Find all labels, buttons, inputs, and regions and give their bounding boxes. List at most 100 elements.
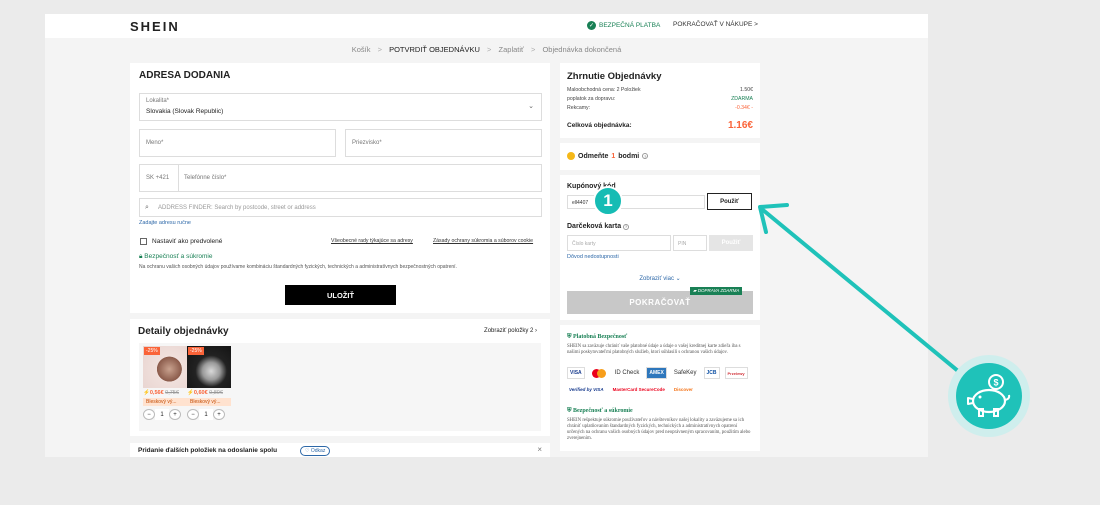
view-all-label: Zobraziť položky 2 [484, 328, 534, 334]
country-label: Lokalita* [146, 98, 170, 104]
item-price: ⚡0,60€ 0,80€ [187, 390, 231, 396]
visa-logo: VISA [567, 367, 585, 379]
country-select[interactable]: Lokalita* Slovakia (Slovak Republic) ⌄ [139, 93, 542, 121]
summary-total: Celková objednávka: 1.16€ [567, 120, 753, 131]
gift-card-number-input[interactable]: Číslo karty [567, 235, 671, 251]
search-icon: ⌕ [145, 203, 149, 211]
quantity-value[interactable]: 1 [155, 409, 169, 420]
privacy-title-right: ⛨ Bezpečnosť a súkromie [567, 408, 633, 415]
secure-payment-badge: ✓ BEZPEČNÁ PLATBA [587, 21, 660, 30]
coupon-card: Kupónový kód ell4407 Použiť Darčeková ka… [560, 175, 760, 320]
summary-title: Zhrnutie Objednávky [567, 71, 662, 82]
item-price: ⚡0,56€ 0,75€ [143, 390, 187, 396]
info-icon[interactable]: ? [623, 223, 630, 230]
show-more-link[interactable]: Zobraziť viac ⌄ [560, 275, 760, 282]
chevron-right-icon: › [535, 328, 537, 334]
breadcrumb-confirm-order: POTVRDIŤ OBJEDNÁVKU [389, 45, 480, 54]
shield-icon: ⛨ [567, 334, 572, 340]
breadcrumb-separator: > [377, 45, 382, 54]
continue-shopping-link[interactable]: POKRAČOVAŤ V NÁKUPE > [673, 21, 758, 28]
mastercard-securecode-logo: MasterCard SecureCode [610, 383, 667, 395]
order-item[interactable]: -25% ⚡0,60€ 0,80€ Bleskový vý... − 1 + [187, 346, 231, 420]
info-icon[interactable]: ? [642, 153, 649, 159]
piggy-bank-icon: $ [956, 363, 1022, 429]
phone-field[interactable]: SK +421 Telefónne číslo* [139, 164, 542, 192]
product-thumbnail[interactable]: -25% [187, 346, 231, 388]
save-address-button[interactable]: ULOŽIŤ [285, 285, 396, 305]
order-item[interactable]: -25% ⚡0,56€ 0,75€ Bleskový vý... − 1 + [143, 346, 187, 420]
discover-logo: Discover [671, 383, 695, 395]
set-default-label: Nastaviť ako predvolené [152, 238, 223, 245]
promo-label: Rekcamy: [567, 105, 591, 111]
chevron-down-icon: ⌄ [528, 103, 534, 110]
breadcrumb-separator: > [487, 45, 492, 54]
privacy-title: Bezpečnosť a súkromie [144, 253, 213, 260]
phone-prefix[interactable]: SK +421 [146, 175, 169, 181]
breadcrumb-pay: Zaplatiť [498, 45, 524, 54]
decrease-button[interactable]: − [187, 409, 199, 420]
safekey-logo: SafeKey [671, 367, 699, 379]
promo-value: -0.34€ - [735, 105, 753, 111]
id-check-logo: ID Check [612, 367, 642, 379]
breadcrumb-done: Objednávka dokončená [542, 45, 622, 54]
flash-sale-tag: Bleskový vý... [143, 398, 187, 406]
reward-points-card: Odmeňte 1 bodmi ? [560, 143, 760, 170]
address-finder-input[interactable]: ⌕ ADDRESS FINDER: Search by postcode, st… [139, 198, 542, 217]
address-finder-placeholder: ADDRESS FINDER: Search by postcode, stre… [158, 204, 316, 211]
add-more-text: Pridanie ďalších položiek na odoslanie s… [138, 447, 278, 454]
gift-card-title: Darčeková karta ? [567, 223, 630, 230]
free-shipping-badge: ▰ DOPRAVA ZDARMA [690, 287, 743, 295]
shipping-address-card: ADRESA DODANIA Lokalita* Slovakia (Slova… [130, 63, 550, 313]
quantity-stepper: − 1 + [187, 409, 231, 420]
breadcrumb-separator: > [530, 45, 536, 54]
increase-button[interactable]: + [169, 409, 181, 420]
breadcrumb-cart[interactable]: Košík [352, 45, 371, 54]
coin-icon [567, 152, 575, 160]
view-all-items-link[interactable]: Zobraziť položky 2 › [484, 328, 537, 334]
privacy-cookie-link[interactable]: Zásady ochrany súkromia a súborov cookie [433, 238, 533, 244]
total-label: Celková objednávka: [567, 122, 632, 129]
continue-shopping-label: POKRAČOVAŤ V NÁKUPE [673, 21, 753, 28]
security-info-card: ⛨ Platobná Bezpečnosť SHEIN sa zaväzuje … [560, 325, 760, 451]
close-icon[interactable]: × [537, 445, 542, 454]
coupon-input[interactable]: ell4407 [567, 195, 705, 209]
order-summary-card: Zhrnutie Objednávky Maloobchodná cena: 2… [560, 63, 760, 138]
gift-card-pin-input[interactable]: PIN [673, 235, 707, 251]
checkbox-box[interactable] [140, 238, 147, 245]
verified-by-visa-logo: Verified by VISA [567, 383, 606, 395]
step-number-badge: 1 [593, 186, 623, 216]
address-tips-link[interactable]: Všeobecné rady týkajúce sa adresy [331, 238, 413, 244]
payment-security-title: ⛨ Platobná Bezpečnosť [567, 334, 627, 341]
old-price: 0,80€ [209, 390, 223, 396]
unavailable-reason-link[interactable]: Dôvod nedostupnosti [567, 254, 619, 260]
quantity-value[interactable]: 1 [199, 409, 213, 420]
przelewy-logo: Przelewy [724, 367, 748, 379]
decrease-button[interactable]: − [143, 409, 155, 420]
payment-logos: VISA ID Check AMEX SafeKey JCB Przelewy … [567, 367, 753, 395]
summary-row-promo: Rekcamy: -0.34€ - [567, 105, 753, 111]
chevron-down-icon: ⌄ [675, 276, 681, 282]
privacy-label-right: Bezpečnosť a súkromie [573, 408, 633, 414]
shipping-label: poplatok za dopravu: [567, 96, 616, 102]
truck-icon: ▰ [693, 288, 697, 293]
product-thumbnail[interactable]: -25% [143, 346, 187, 388]
flash-sale-tag: Bleskový vý... [187, 398, 231, 406]
shein-logo[interactable]: SHEIN [130, 19, 180, 34]
apply-coupon-button[interactable]: Použiť [707, 193, 752, 210]
increase-button[interactable]: + [213, 409, 225, 420]
last-name-placeholder: Priezvisko* [352, 140, 382, 146]
country-value: Slovakia (Slovak Republic) [146, 108, 224, 115]
heart-icon: ♡ [305, 448, 310, 454]
amex-logo: AMEX [646, 367, 667, 379]
old-price: 0,75€ [165, 390, 179, 396]
quantity-stepper: − 1 + [143, 409, 187, 420]
phone-placeholder: Telefónne číslo* [184, 175, 227, 181]
set-default-checkbox[interactable]: Nastaviť ako predvolené [140, 238, 222, 245]
apply-gift-card-button[interactable]: Použiť [709, 235, 753, 251]
first-name-field[interactable]: Meno* [139, 129, 336, 157]
manual-address-link[interactable]: Zadajte adresu ručne [139, 220, 191, 226]
secure-payment-label: BEZPEČNÁ PLATBA [599, 22, 661, 29]
add-more-badge[interactable]: ♡ Odkaz [300, 446, 331, 456]
last-name-field[interactable]: Priezvisko* [345, 129, 542, 157]
add-more-badge-label: Odkaz [310, 448, 326, 454]
